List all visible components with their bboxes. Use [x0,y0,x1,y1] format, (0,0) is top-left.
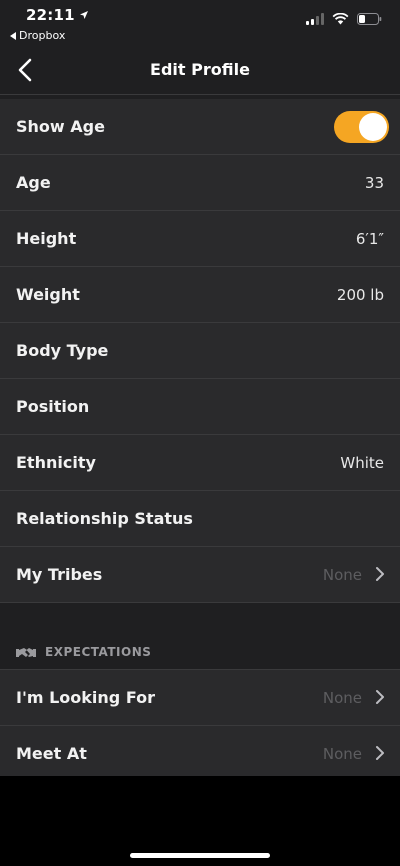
navigation-bar: Edit Profile [0,46,400,95]
row-label: Weight [16,285,80,304]
row-age[interactable]: Age 33 [0,155,400,211]
status-icons [306,13,382,25]
status-bar: 22:11 Dropbox [0,0,400,46]
row-label: Show Age [16,117,105,136]
chevron-right-icon [376,567,384,581]
page-title: Edit Profile [150,60,250,79]
row-value: None [322,689,362,707]
row-value: None [322,566,362,584]
cellular-signal-icon [306,13,324,25]
row-label: Position [16,397,90,416]
show-age-toggle[interactable] [334,111,389,143]
toggle-knob [359,113,387,141]
expectations-section-header: EXPECTATIONS [0,635,400,670]
row-label: Meet At [16,744,87,763]
chevron-right-icon [376,690,384,704]
edit-profile-screen: 22:11 Dropbox Edit Profile Show Age Age … [0,0,400,866]
row-label: Height [16,229,77,248]
home-indicator[interactable] [130,853,270,858]
chevron-right-icon [376,746,384,760]
row-meet-at[interactable]: Meet At None [0,726,400,782]
row-ethnicity[interactable]: Ethnicity White [0,435,400,491]
row-label: My Tribes [16,565,103,584]
row-looking-for[interactable]: I'm Looking For None [0,670,400,726]
row-label: Body Type [16,341,109,360]
profile-fields-list: Show Age Age 33 Height 6′1″ Weight 200 l… [0,99,400,782]
row-value: None [322,745,362,763]
wifi-icon [332,13,349,25]
row-position[interactable]: Position [0,379,400,435]
row-show-age[interactable]: Show Age [0,99,400,155]
row-body-type[interactable]: Body Type [0,323,400,379]
row-label: I'm Looking For [16,688,155,707]
section-spacer [0,603,400,635]
back-triangle-icon [10,31,16,40]
row-value: White [340,454,384,472]
row-height[interactable]: Height 6′1″ [0,211,400,267]
handshake-icon [16,648,36,657]
row-value: 33 [364,174,384,192]
back-to-app-link[interactable]: Dropbox [10,29,65,42]
row-label: Relationship Status [16,509,193,528]
row-value: 6′1″ [355,230,384,248]
status-time-group: 22:11 [26,6,89,24]
row-label: Ethnicity [16,453,96,472]
row-my-tribes[interactable]: My Tribes None [0,547,400,603]
row-relationship-status[interactable]: Relationship Status [0,491,400,547]
row-weight[interactable]: Weight 200 lb [0,267,400,323]
row-value: 200 lb [336,286,384,304]
back-app-label: Dropbox [19,29,66,42]
status-time: 22:11 [26,6,75,24]
battery-icon [357,13,382,25]
location-arrow-icon [79,11,88,19]
section-title: EXPECTATIONS [45,645,152,659]
row-label: Age [16,173,51,192]
